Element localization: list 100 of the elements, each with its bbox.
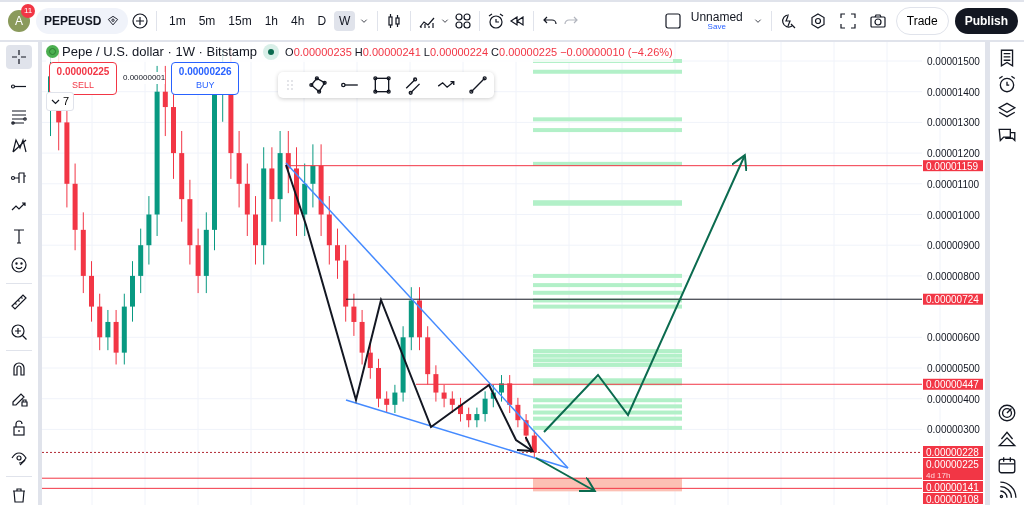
trash-icon: [10, 486, 28, 504]
trend-line-icon[interactable]: [468, 75, 488, 95]
price-tag: 0.00000141: [923, 481, 983, 493]
price-tag: 0.00000724: [923, 293, 983, 306]
signal-icon[interactable]: [997, 481, 1017, 501]
price-label: 0.00001100: [927, 178, 980, 190]
candle: [351, 293, 357, 337]
buy-button[interactable]: 0.00000226 BUY: [171, 62, 240, 95]
candle: [121, 293, 127, 365]
ruler-icon: [10, 293, 28, 312]
price-label: 0.00001500: [927, 56, 980, 67]
camera-icon[interactable]: [868, 12, 887, 30]
price-label: 0.00001200: [927, 148, 980, 160]
price-tag: 0.00000225 4d 17h: [923, 458, 983, 480]
settings-icon[interactable]: [808, 12, 827, 30]
trade-button[interactable]: Trade: [895, 7, 949, 35]
candle: [499, 374, 504, 403]
price-label: 0.00000300: [927, 424, 980, 436]
candle: [376, 358, 381, 408]
lock-icon: [10, 419, 28, 438]
spread-value: 0.00000001: [123, 72, 166, 85]
candle: [458, 397, 463, 423]
emoji-icon: [10, 256, 28, 275]
ohlc-value: L0.00000224: [423, 44, 489, 60]
market-status-icon: [263, 43, 280, 60]
candle: [515, 397, 521, 428]
timeframe-button[interactable]: 1h: [259, 10, 284, 32]
ohlc-value: C0.00000225: [491, 44, 558, 60]
candle: [384, 390, 390, 414]
crosshair-icon: [10, 47, 28, 66]
notification-count: 11: [21, 4, 36, 18]
layout-name-button[interactable]: Unnamed Save: [690, 11, 743, 31]
indicators-toggle-button[interactable]: 7: [46, 92, 75, 111]
sell-button[interactable]: 0.00000225 SELL: [49, 62, 117, 95]
candle: [392, 384, 398, 414]
magnet-icon: [10, 359, 28, 378]
timeframe-button[interactable]: D: [312, 10, 332, 32]
checkbox-icon[interactable]: [663, 12, 682, 30]
layout-grid-icon[interactable]: [454, 12, 473, 30]
ohlc-value: O0.00000235: [285, 44, 352, 60]
price-change: −0.00000010 (−4.26%): [560, 44, 673, 60]
candle: [138, 228, 144, 294]
price-label: 0.00001300: [927, 117, 980, 129]
timeframe-button[interactable]: W: [334, 10, 356, 32]
candle: [523, 413, 529, 443]
price-label: 0.00001400: [927, 86, 980, 98]
candle: [146, 195, 152, 266]
candle: [195, 228, 201, 294]
candle: [310, 143, 316, 208]
candle: [507, 374, 513, 414]
candle: [285, 130, 291, 194]
candle: [113, 309, 119, 365]
alarm-clock-icon[interactable]: [997, 74, 1017, 94]
ohlc-value: H0.00000241: [354, 44, 421, 60]
price-label: 0.00000500: [927, 363, 980, 374]
projection-arrow: [535, 457, 596, 493]
candle: [359, 309, 365, 365]
zoom-in-icon: [10, 323, 28, 342]
candle: [97, 293, 103, 351]
add-symbol-icon[interactable]: [131, 12, 149, 30]
candle: [433, 364, 439, 403]
publish-button[interactable]: Publish: [954, 8, 1018, 34]
polygon-icon[interactable]: [308, 75, 328, 95]
alarm-clock-icon[interactable]: [487, 12, 506, 30]
price-tag: 0.00001159: [923, 160, 983, 172]
rectangle-icon[interactable]: [372, 75, 392, 95]
candle: [326, 195, 332, 266]
symbol-logo-icon: [46, 45, 59, 59]
fullscreen-icon[interactable]: [838, 12, 857, 30]
target-icon[interactable]: [997, 403, 1017, 423]
candle: [417, 286, 422, 351]
crosshair-tool[interactable]: [6, 45, 32, 69]
timeframe-button[interactable]: 15m: [223, 10, 257, 32]
candle: [253, 195, 258, 266]
candle: [490, 384, 496, 408]
fib-lines-icon: [10, 107, 28, 126]
price-label: 0.00000900: [927, 240, 980, 252]
candle: [441, 384, 447, 408]
eye-icon: [10, 449, 28, 468]
candle: [482, 390, 488, 423]
price-label: 0.00000800: [927, 270, 980, 282]
price-tag: 0.00000108: [923, 493, 983, 505]
price-label: 0.00000600: [927, 332, 980, 344]
candle: [425, 325, 431, 385]
candle: [105, 309, 111, 351]
timeframe-button[interactable]: 5m: [193, 10, 221, 32]
timeframe-button[interactable]: 1m: [164, 10, 191, 32]
calendar-icon[interactable]: [997, 455, 1017, 475]
price-label: 0.00001000: [927, 209, 980, 221]
price-tag: 0.00000228: [923, 446, 983, 458]
price-label: 0.00000400: [927, 393, 980, 405]
layers-icon[interactable]: [997, 100, 1017, 120]
symbol-search-field[interactable]: PEPEUSD: [36, 8, 128, 34]
horizontal-ray-icon: [10, 84, 28, 90]
candle: [531, 429, 537, 458]
timeframe-button[interactable]: 4h: [286, 10, 310, 32]
diamond-icon[interactable]: [106, 14, 120, 28]
mountain-icon[interactable]: [997, 429, 1017, 449]
candle: [474, 407, 480, 428]
candle: [408, 286, 414, 351]
